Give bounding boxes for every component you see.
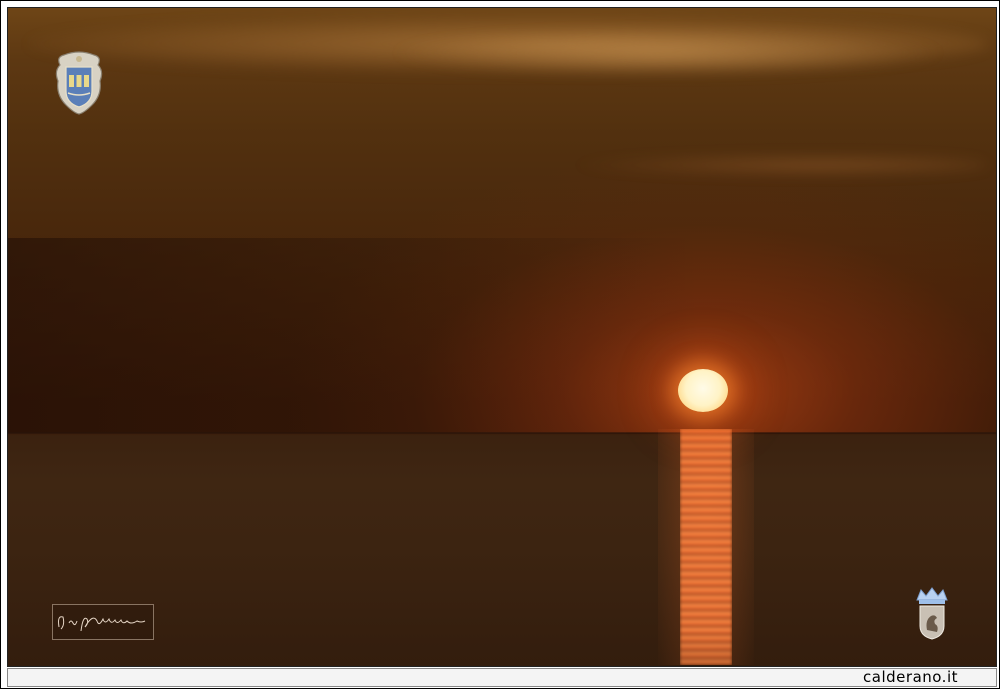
- signature: [52, 604, 154, 640]
- crown-crest-icon: [916, 587, 948, 640]
- coat-of-arms-icon: [55, 51, 103, 115]
- sky-haze: [8, 238, 996, 433]
- sunset-photo: [7, 7, 997, 667]
- picture-frame: calderano.it: [0, 0, 1000, 689]
- handwritten-signature-icon: [58, 616, 146, 632]
- sun: [678, 369, 728, 412]
- sun-reflection: [680, 429, 732, 665]
- horizon-line: [8, 432, 996, 434]
- footer-bar: calderano.it: [7, 668, 997, 687]
- cloud-streak: [568, 153, 988, 177]
- site-label[interactable]: calderano.it: [863, 668, 958, 686]
- cloud-band-bright: [388, 28, 948, 78]
